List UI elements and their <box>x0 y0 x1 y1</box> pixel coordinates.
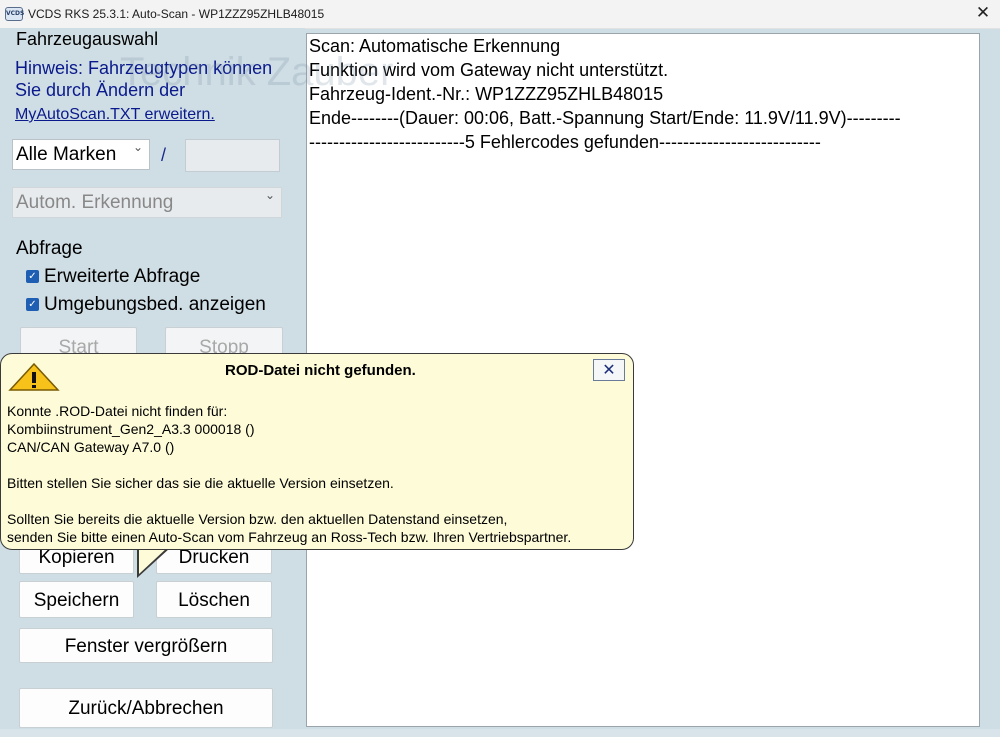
environment-data-checkbox[interactable]: ✓ <box>26 298 39 311</box>
hint-text-line2: Sie durch Ändern der <box>15 80 186 100</box>
model-textbox[interactable] <box>185 139 280 172</box>
select-separator: / <box>161 145 167 165</box>
window-title: VCDS RKS 25.3.1: Auto-Scan - WP1ZZZ95ZHL… <box>28 7 325 21</box>
brand-select[interactable]: Alle Marken ⌄ <box>12 139 150 170</box>
output-line: Scan: Automatische Erkennung <box>309 36 561 56</box>
delete-button[interactable]: Löschen <box>156 581 272 618</box>
balloon-line: Bitten stellen Sie sicher das sie die ak… <box>7 475 394 491</box>
balloon-title: ROD-Datei nicht gefunden. <box>225 362 416 379</box>
back-cancel-button[interactable]: Zurück/Abbrechen <box>19 688 273 728</box>
tooltip-tail-fill <box>139 547 168 574</box>
brand-select-value: Alle Marken <box>16 144 117 165</box>
query-title: Abfrage <box>16 238 83 259</box>
output-line: --------------------------5 Fehlercodes … <box>309 132 821 152</box>
save-button[interactable]: Speichern <box>19 581 134 618</box>
vehicle-type-select-value: Autom. Erkennung <box>16 192 174 213</box>
extended-query-label: Erweiterte Abfrage <box>44 266 201 287</box>
balloon-line: senden Sie bitte einen Auto-Scan vom Fah… <box>7 529 572 545</box>
vcds-app-icon: VCDS <box>5 7 24 21</box>
balloon-close-button[interactable]: ✕ <box>593 359 625 381</box>
vehicle-selection-title: Fahrzeugauswahl <box>16 29 159 49</box>
enlarge-window-button[interactable]: Fenster vergrößern <box>19 628 273 663</box>
vehicle-type-select[interactable]: Autom. Erkennung ⌄ <box>12 187 282 218</box>
myautoscan-link[interactable]: MyAutoScan.TXT erweitern. <box>15 106 215 124</box>
window-close-button[interactable]: ✕ <box>966 0 1000 28</box>
chevron-down-icon: ⌄ <box>132 140 143 154</box>
output-line: Ende--------(Dauer: 00:06, Batt.-Spannun… <box>309 108 901 128</box>
output-line: Funktion wird vom Gateway nicht unterstü… <box>309 60 669 80</box>
balloon-line: CAN/CAN Gateway A7.0 () <box>7 439 175 455</box>
warning-icon <box>8 362 60 391</box>
balloon-line: Sollten Sie bereits die aktuelle Version… <box>7 511 508 527</box>
balloon-line: Konnte .ROD-Datei nicht finden für: <box>7 403 228 419</box>
hint-text-line1: Hinweis: Fahrzeugtypen können <box>15 58 273 78</box>
environment-data-label: Umgebungsbed. anzeigen <box>44 294 266 315</box>
chevron-down-icon: ⌄ <box>264 188 275 202</box>
window-bottom-edge <box>0 729 1000 737</box>
title-bar: VCDS VCDS RKS 25.3.1: Auto-Scan - WP1ZZZ… <box>0 0 1000 29</box>
balloon-line: Kombiinstrument_Gen2_A3.3 000018 () <box>7 421 255 437</box>
extended-query-checkbox[interactable]: ✓ <box>26 270 39 283</box>
rod-file-balloon: ROD-Datei nicht gefunden. ✕ Konnte .ROD-… <box>0 353 634 550</box>
output-line: Fahrzeug-Ident.-Nr.: WP1ZZZ95ZHLB48015 <box>309 84 664 104</box>
vcds-window: VCDS VCDS RKS 25.3.1: Auto-Scan - WP1ZZZ… <box>0 0 1000 737</box>
